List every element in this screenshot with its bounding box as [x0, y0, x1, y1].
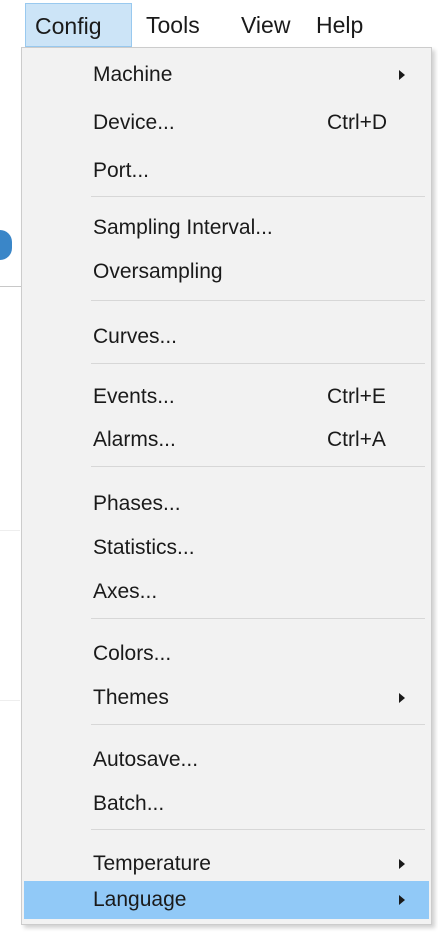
menu-item-curves[interactable]: Curves... — [24, 318, 429, 356]
menu-item-label: Machine — [93, 63, 173, 86]
menu-item-label: Colors... — [93, 642, 172, 665]
menu-item-shortcut: Ctrl+D — [327, 111, 388, 134]
menu-item-device[interactable]: Device... Ctrl+D — [24, 104, 429, 142]
background-divider — [0, 530, 20, 531]
menu-item-axes[interactable]: Axes... — [24, 573, 429, 611]
menu-item-label: Statistics... — [93, 536, 195, 559]
background-divider — [0, 700, 20, 701]
menu-item-language[interactable]: Language — [24, 881, 429, 919]
menu-view[interactable]: View — [232, 3, 299, 47]
menu-config[interactable]: Config — [25, 3, 132, 47]
menu-item-machine[interactable]: Machine — [24, 56, 429, 94]
menu-item-shortcut: Ctrl+E — [327, 385, 386, 408]
menu-item-phases[interactable]: Phases... — [24, 485, 429, 523]
menu-item-temperature[interactable]: Temperature — [24, 845, 429, 883]
menu-item-label: Axes... — [93, 580, 158, 603]
menu-tools[interactable]: Tools — [137, 3, 209, 47]
menu-item-label: Sampling Interval... — [93, 216, 273, 239]
menu-tools-label: Tools — [146, 12, 200, 38]
background-divider — [0, 286, 22, 287]
menu-config-label: Config — [35, 13, 102, 39]
submenu-arrow-icon — [399, 895, 405, 905]
menu-item-statistics[interactable]: Statistics... — [24, 529, 429, 567]
config-dropdown-menu: Machine Device... Ctrl+D Port... Samplin… — [21, 47, 432, 925]
menu-separator — [91, 618, 425, 619]
menu-item-themes[interactable]: Themes — [24, 679, 429, 717]
menu-item-label: Events... — [93, 385, 175, 408]
menu-separator — [91, 466, 425, 467]
menu-item-alarms[interactable]: Alarms... Ctrl+A — [24, 421, 429, 459]
menu-item-label: Port... — [93, 159, 150, 182]
menu-separator — [91, 363, 425, 364]
menu-item-label: Batch... — [93, 792, 165, 815]
menu-item-batch[interactable]: Batch... — [24, 785, 429, 823]
screen: Config Tools View Help Machine Device...… — [0, 0, 438, 935]
menu-item-label: Curves... — [93, 325, 178, 348]
menu-item-colors[interactable]: Colors... — [24, 635, 429, 673]
menu-item-label: Language — [93, 888, 187, 911]
menu-item-label: Autosave... — [93, 748, 199, 771]
menu-item-autosave[interactable]: Autosave... — [24, 741, 429, 779]
background-control — [0, 230, 12, 260]
menu-item-label: Device... — [93, 111, 175, 134]
menu-item-label: Themes — [93, 686, 169, 709]
submenu-arrow-icon — [399, 859, 405, 869]
menu-item-sampling-interval[interactable]: Sampling Interval... — [24, 209, 429, 247]
submenu-arrow-icon — [399, 70, 405, 80]
menu-separator — [91, 300, 425, 301]
menu-item-label: Phases... — [93, 492, 181, 515]
menu-item-shortcut: Ctrl+A — [327, 428, 386, 451]
menu-bar: Config Tools View Help — [0, 0, 438, 50]
menu-help-label: Help — [316, 12, 364, 38]
menu-item-label: Temperature — [93, 852, 211, 875]
menu-view-label: View — [241, 12, 291, 38]
menu-item-label: Alarms... — [93, 428, 176, 451]
menu-separator — [91, 724, 425, 725]
menu-item-events[interactable]: Events... Ctrl+E — [24, 378, 429, 416]
menu-help[interactable]: Help — [307, 3, 372, 47]
menu-item-oversampling[interactable]: Oversampling — [24, 253, 429, 291]
menu-separator — [91, 196, 425, 197]
menu-item-label: Oversampling — [93, 260, 223, 283]
submenu-arrow-icon — [399, 693, 405, 703]
menu-separator — [91, 829, 425, 830]
menu-item-port[interactable]: Port... — [24, 152, 429, 190]
